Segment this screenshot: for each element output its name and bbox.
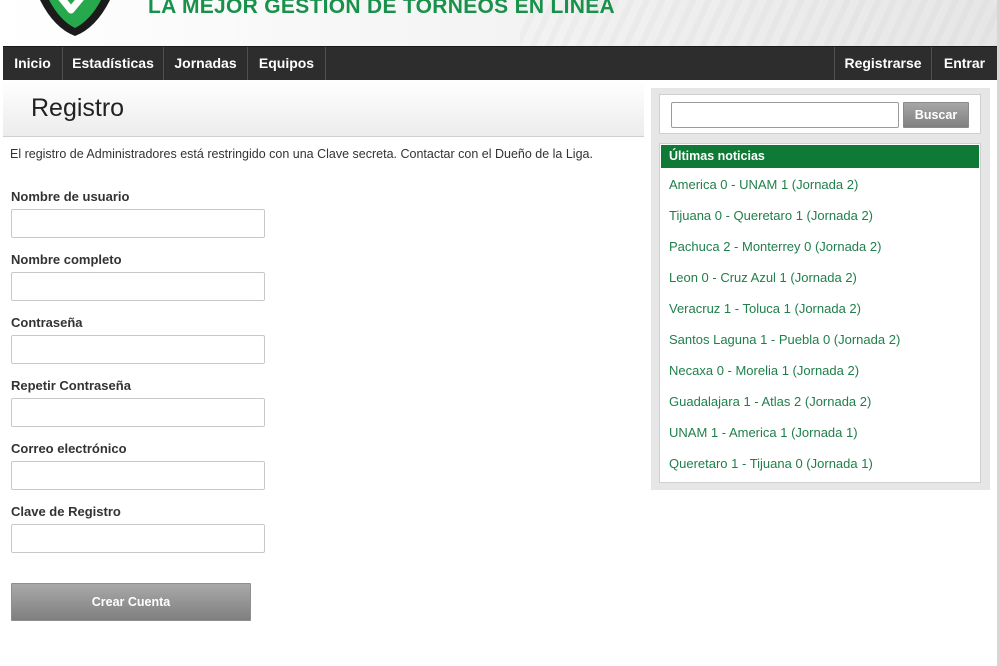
registration-panel: Registro El registro de Administradores … bbox=[3, 80, 644, 666]
search-input[interactable] bbox=[671, 102, 899, 128]
shield-check-logo-icon[interactable] bbox=[36, 0, 114, 36]
fullname-label: Nombre completo bbox=[11, 252, 122, 267]
repeat-password-input[interactable] bbox=[11, 398, 265, 427]
email-input[interactable] bbox=[11, 461, 265, 490]
news-item[interactable]: Pachuca 2 - Monterrey 0 (Jornada 2) bbox=[669, 239, 881, 254]
nav-estadisticas[interactable]: Estadísticas bbox=[63, 47, 164, 80]
nav-entrar[interactable]: Entrar bbox=[931, 47, 997, 80]
news-item[interactable]: Leon 0 - Cruz Azul 1 (Jornada 2) bbox=[669, 270, 857, 285]
site-header: LA MEJOR GESTION DE TORNEOS EN LINEA bbox=[0, 0, 1000, 46]
nav-jornadas[interactable]: Jornadas bbox=[164, 47, 248, 80]
page-title-bar: Registro bbox=[3, 80, 644, 137]
username-input[interactable] bbox=[11, 209, 265, 238]
main-navigation: Inicio Estadísticas Jornadas Equipos Reg… bbox=[3, 46, 997, 80]
email-label: Correo electrónico bbox=[11, 441, 127, 456]
page-title: Registro bbox=[31, 94, 125, 122]
create-account-button[interactable]: Crear Cuenta bbox=[11, 583, 251, 621]
search-box: Buscar bbox=[659, 94, 981, 134]
search-button[interactable]: Buscar bbox=[903, 102, 969, 128]
site-slogan: LA MEJOR GESTION DE TORNEOS EN LINEA bbox=[148, 0, 616, 18]
username-label: Nombre de usuario bbox=[11, 189, 130, 204]
password-label: Contraseña bbox=[11, 315, 83, 330]
news-item[interactable]: Veracruz 1 - Toluca 1 (Jornada 2) bbox=[669, 301, 861, 316]
fullname-input[interactable] bbox=[11, 272, 265, 301]
news-item[interactable]: UNAM 1 - America 1 (Jornada 1) bbox=[669, 425, 858, 440]
nav-inicio[interactable]: Inicio bbox=[3, 47, 63, 80]
sidebar: Buscar Últimas noticias America 0 - UNAM… bbox=[651, 88, 990, 490]
news-item[interactable]: Necaxa 0 - Morelia 1 (Jornada 2) bbox=[669, 363, 859, 378]
news-item[interactable]: Queretaro 1 - Tijuana 0 (Jornada 1) bbox=[669, 456, 873, 471]
nav-equipos[interactable]: Equipos bbox=[248, 47, 326, 80]
password-input[interactable] bbox=[11, 335, 265, 364]
news-item[interactable]: America 0 - UNAM 1 (Jornada 2) bbox=[669, 177, 858, 192]
news-item[interactable]: Guadalajara 1 - Atlas 2 (Jornada 2) bbox=[669, 394, 871, 409]
repeat-password-label: Repetir Contraseña bbox=[11, 378, 131, 393]
news-header: Últimas noticias bbox=[661, 145, 979, 168]
news-item[interactable]: Tijuana 0 - Queretaro 1 (Jornada 2) bbox=[669, 208, 873, 223]
registration-key-label: Clave de Registro bbox=[11, 504, 121, 519]
news-item[interactable]: Santos Laguna 1 - Puebla 0 (Jornada 2) bbox=[669, 332, 900, 347]
registration-key-input[interactable] bbox=[11, 524, 265, 553]
registration-notice: El registro de Administradores está rest… bbox=[10, 147, 593, 161]
nav-registrarse[interactable]: Registrarse bbox=[834, 47, 931, 80]
news-box: Últimas noticias America 0 - UNAM 1 (Jor… bbox=[659, 143, 981, 483]
